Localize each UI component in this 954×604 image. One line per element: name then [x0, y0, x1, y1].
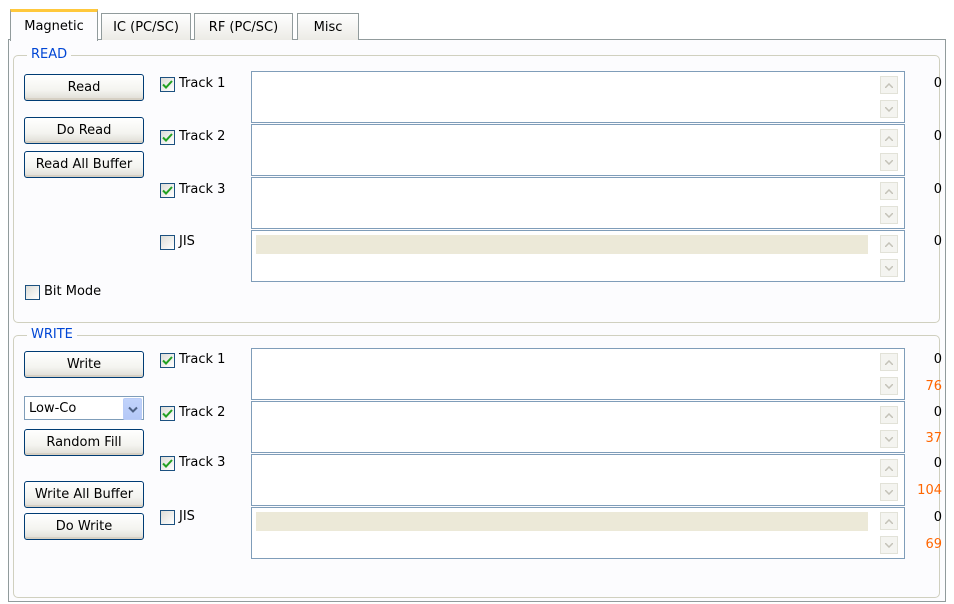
write-track3-checkbox[interactable]: [160, 456, 175, 471]
scroll-up-icon[interactable]: [880, 512, 898, 530]
chevron-down-icon[interactable]: [123, 398, 142, 420]
write-track1-textbox[interactable]: [251, 348, 905, 400]
read-track3-count: 0: [933, 182, 942, 197]
jis-readonly-area: [256, 512, 868, 531]
coercivity-value: Low-Co: [29, 401, 77, 416]
write-track3-label: Track 3: [179, 455, 226, 470]
write-group-title: WRITE: [27, 327, 77, 343]
read-track1-label: Track 1: [179, 76, 226, 91]
read-track3-checkbox[interactable]: [160, 183, 175, 198]
tab-label: Magnetic: [24, 19, 84, 34]
bit-mode-checkbox[interactable]: [25, 285, 40, 300]
read-track1-checkbox[interactable]: [160, 77, 175, 92]
read-track2-checkbox[interactable]: [160, 130, 175, 145]
write-track3-count: 0: [933, 456, 942, 471]
checkmark-icon: [162, 133, 173, 142]
checkmark-icon: [162, 80, 173, 89]
do-read-button[interactable]: Do Read: [24, 117, 144, 144]
scroll-down-icon[interactable]: [880, 430, 898, 448]
read-track1-textbox[interactable]: [251, 71, 905, 123]
jis-readonly-area: [256, 235, 868, 254]
read-group-title: READ: [27, 47, 72, 63]
read-jis-count: 0: [933, 234, 942, 249]
write-track2-checkbox[interactable]: [160, 406, 175, 421]
scroll-down-icon[interactable]: [880, 536, 898, 554]
write-button-label: Write: [66, 357, 102, 372]
write-track1-max: 76: [925, 379, 942, 394]
checkmark-icon: [162, 356, 173, 365]
write-track1-count: 0: [933, 352, 942, 367]
tab-label: RF (PC/SC): [208, 19, 279, 35]
scroll-down-icon[interactable]: [880, 206, 898, 224]
scroll-up-icon[interactable]: [880, 406, 898, 424]
scroll-down-icon[interactable]: [880, 259, 898, 277]
read-track3-textbox[interactable]: [251, 177, 905, 229]
do-write-label: Do Write: [55, 519, 113, 534]
read-all-buffer-label: Read All Buffer: [35, 157, 133, 172]
scroll-up-icon[interactable]: [880, 129, 898, 147]
write-track2-max: 37: [925, 431, 942, 446]
scroll-down-icon[interactable]: [880, 377, 898, 395]
read-button[interactable]: Read: [24, 74, 144, 101]
checkmark-icon: [162, 409, 173, 418]
coercivity-select[interactable]: Low-Co: [24, 396, 144, 420]
read-track2-textbox[interactable]: [251, 124, 905, 176]
random-fill-button[interactable]: Random Fill: [24, 429, 144, 456]
tab-label: IC (PC/SC): [113, 19, 179, 35]
read-track2-label: Track 2: [179, 129, 226, 144]
scroll-down-icon[interactable]: [880, 153, 898, 171]
bit-mode-label: Bit Mode: [44, 284, 102, 299]
scroll-up-icon[interactable]: [880, 459, 898, 477]
tab-misc[interactable]: Misc: [297, 13, 359, 40]
scroll-down-icon[interactable]: [880, 100, 898, 118]
tab-rf-pcsc[interactable]: RF (PC/SC): [194, 13, 293, 40]
read-jis-label: JIS: [179, 234, 195, 249]
write-all-buffer-button[interactable]: Write All Buffer: [24, 481, 144, 508]
tab-ic-pcsc[interactable]: IC (PC/SC): [101, 13, 191, 40]
read-jis-textbox[interactable]: [251, 230, 905, 282]
read-track3-label: Track 3: [179, 182, 226, 197]
write-track2-textbox[interactable]: [251, 401, 905, 453]
write-track2-count: 0: [933, 405, 942, 420]
tab-magnetic[interactable]: Magnetic: [10, 9, 98, 41]
write-all-buffer-label: Write All Buffer: [34, 487, 134, 502]
scroll-up-icon[interactable]: [880, 235, 898, 253]
checkmark-icon: [162, 186, 173, 195]
write-track3-textbox[interactable]: [251, 454, 905, 506]
read-jis-checkbox[interactable]: [160, 235, 175, 250]
write-track3-max: 104: [917, 483, 942, 498]
read-all-buffer-button[interactable]: Read All Buffer: [24, 151, 144, 178]
read-button-label: Read: [67, 80, 101, 95]
read-track1-count: 0: [933, 76, 942, 91]
write-jis-checkbox[interactable]: [160, 510, 175, 525]
do-write-button[interactable]: Do Write: [24, 513, 144, 540]
write-track1-label: Track 1: [179, 352, 226, 367]
scroll-up-icon[interactable]: [880, 182, 898, 200]
write-track2-label: Track 2: [179, 405, 226, 420]
write-jis-count: 0: [933, 510, 942, 525]
scroll-down-icon[interactable]: [880, 483, 898, 501]
scroll-up-icon[interactable]: [880, 76, 898, 94]
write-jis-label: JIS: [179, 509, 195, 524]
tab-label: Misc: [313, 19, 343, 35]
write-jis-textbox[interactable]: [251, 507, 905, 559]
random-fill-label: Random Fill: [46, 435, 122, 450]
read-track2-count: 0: [933, 129, 942, 144]
write-track1-checkbox[interactable]: [160, 353, 175, 368]
do-read-button-label: Do Read: [56, 123, 112, 138]
write-jis-max: 69: [925, 537, 942, 552]
write-button[interactable]: Write: [24, 351, 144, 378]
scroll-up-icon[interactable]: [880, 353, 898, 371]
checkmark-icon: [162, 459, 173, 468]
